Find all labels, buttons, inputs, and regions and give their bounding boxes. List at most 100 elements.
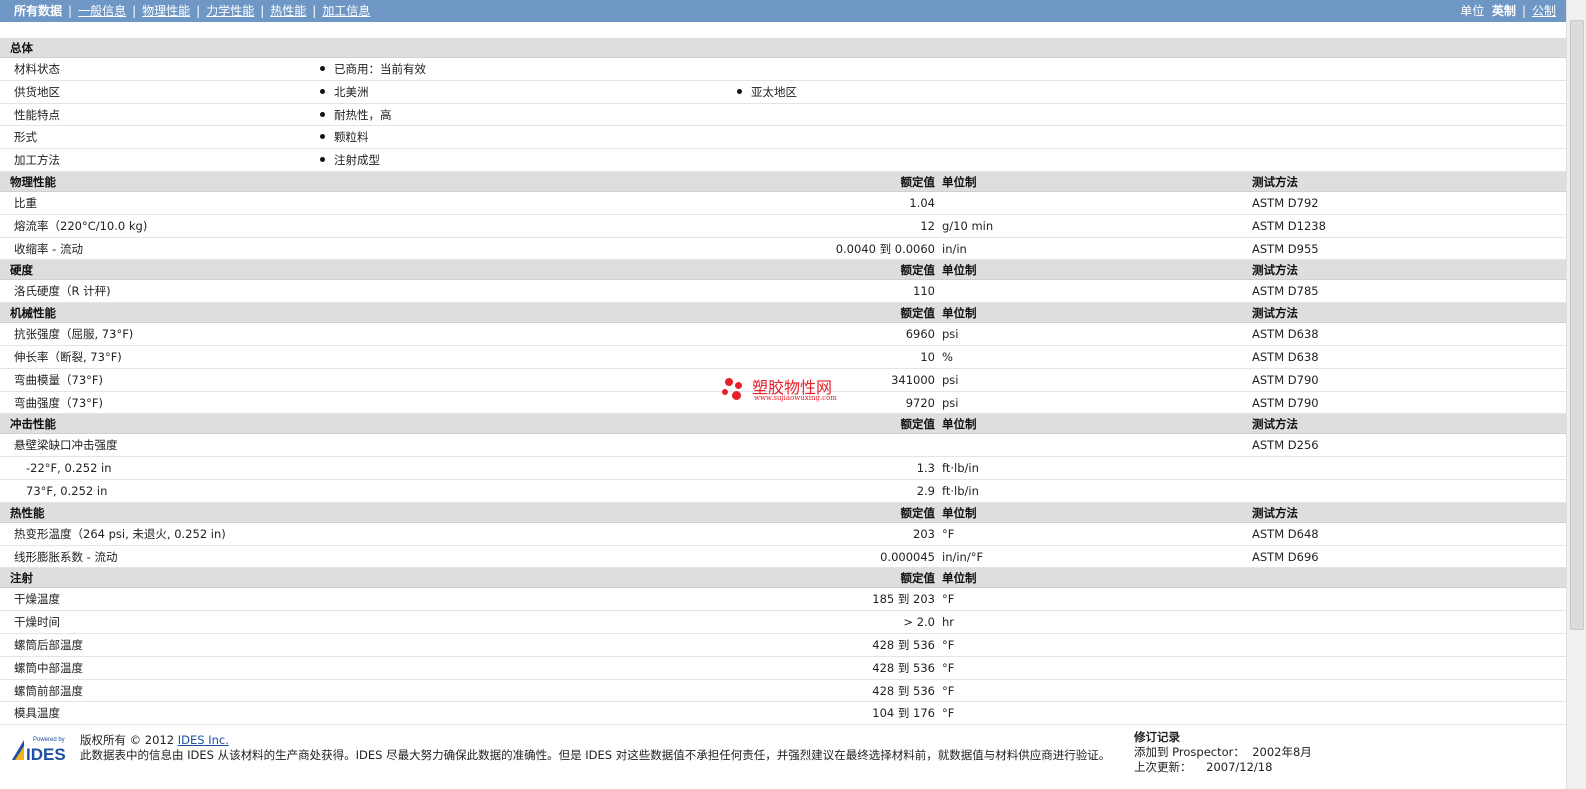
unit-header: 单位制 <box>942 417 977 432</box>
property-row: 干燥温度 185 到 203 °F <box>0 588 1566 612</box>
section-header-impact: 冲击性能 额定值 单位制 测试方法 <box>0 414 1566 435</box>
scrollbar-thumb[interactable] <box>1570 20 1584 630</box>
test-method: ASTM D790 <box>1252 395 1319 410</box>
property-row: 伸长率（断裂, 73°F) 10% ASTM D638 <box>0 346 1566 369</box>
revision-history: 修订记录 添加到 Prospector： 2002年8月 上次更新： 2007/… <box>1134 730 1312 775</box>
revision-title: 修订记录 <box>1134 730 1180 744</box>
footer: Powered by IDES 版权所有 © 2012 IDES Inc. 此数… <box>0 728 1566 789</box>
property-name: 供货地区 <box>14 84 60 99</box>
section-title: 物理性能 <box>10 174 56 189</box>
unit-metric-link[interactable]: 公制 <box>1532 4 1556 18</box>
bullet-icon <box>320 157 325 163</box>
property-name: 线形膨胀系数 - 流动 <box>14 549 118 564</box>
bullet-icon <box>320 88 325 94</box>
rated-value-header: 额定值 <box>900 263 936 278</box>
unit-english-option[interactable]: 英制 <box>1492 4 1516 18</box>
added-label: 添加到 Prospector： <box>1134 745 1245 759</box>
property-name: 螺筒后部温度 <box>14 637 83 652</box>
property-value: 185 到 203 <box>872 592 935 607</box>
bullet-value: 颗粒料 <box>320 126 369 148</box>
property-value: 104 到 176 <box>872 706 935 721</box>
section-header-injection: 注射 额定值 单位制 <box>0 568 1566 589</box>
nav-tabs: 所有数据 | 一般信息 | 物理性能 | 力学性能 | 热性能 | 加工信息 <box>14 0 370 22</box>
property-name: 螺筒前部温度 <box>14 683 83 698</box>
property-value: 6960 <box>905 327 935 342</box>
property-row: 抗张强度（屈服, 73°F) 6960 psi ASTM D638 <box>0 323 1566 346</box>
ides-logo: Powered by IDES <box>12 737 66 762</box>
bullet-value: 北美洲 <box>320 81 369 103</box>
section-title: 热性能 <box>10 505 45 520</box>
property-name: 模具温度 <box>14 706 60 721</box>
property-name: 熔流率（220°C/10.0 kg) <box>14 218 148 233</box>
test-method: ASTM D790 <box>1252 372 1319 387</box>
disclaimer-text: 此数据表中的信息由 IDES 从该材料的生产商处获得。IDES 尽最大努力确保此… <box>80 748 1111 762</box>
property-value: 428 到 536 <box>872 660 935 675</box>
property-row: 螺筒后部温度 428 到 536 °F <box>0 634 1566 657</box>
property-value: 10 <box>920 349 935 364</box>
property-unit: °F <box>942 526 955 541</box>
property-name: 材料状态 <box>14 62 60 76</box>
bullet-icon <box>737 88 742 94</box>
copyright-line: 版权所有 © 2012 IDES Inc. <box>80 732 229 748</box>
ides-link[interactable]: IDES Inc. <box>178 733 229 747</box>
property-unit: psi <box>942 327 959 342</box>
property-name: 73°F, 0.252 in <box>26 483 108 498</box>
logo-powered-by: Powered by <box>33 737 65 743</box>
property-name: 收缩率 - 流动 <box>14 241 83 256</box>
test-method: ASTM D256 <box>1252 438 1319 453</box>
tab-physical[interactable]: 物理性能 <box>142 4 190 18</box>
property-unit: psi <box>942 372 959 387</box>
property-unit: hr <box>942 615 955 630</box>
property-row: 形式 颗粒料 <box>0 126 1566 150</box>
property-unit: ft·lb/in <box>942 461 979 476</box>
bullet-icon <box>320 66 325 71</box>
tab-processing[interactable]: 加工信息 <box>322 4 370 18</box>
bullet-text: 已商用：当前有效 <box>334 62 426 76</box>
property-unit: psi <box>942 395 959 410</box>
property-unit: ft·lb/in <box>942 483 979 498</box>
property-name: 热变形温度（264 psi, 未退火, 0.252 in) <box>14 526 226 541</box>
property-name: 弯曲强度（73°F) <box>14 395 103 410</box>
section-header-thermal: 热性能 额定值 单位制 测试方法 <box>0 502 1566 523</box>
nav-separator: | <box>312 4 317 18</box>
test-method-header: 测试方法 <box>1252 505 1298 520</box>
property-unit: °F <box>942 683 955 698</box>
vertical-scrollbar[interactable] <box>1566 0 1586 789</box>
tab-thermal[interactable]: 热性能 <box>270 4 306 18</box>
test-method-header: 测试方法 <box>1252 306 1298 321</box>
property-name: 干燥时间 <box>14 615 60 630</box>
property-unit: in/in/°F <box>942 549 984 564</box>
added-value: 2002年8月 <box>1252 745 1312 759</box>
property-value: > 2.0 <box>903 615 935 630</box>
property-row: 性能特点 耐热性，高 <box>0 104 1566 127</box>
property-row: 热变形温度（264 psi, 未退火, 0.252 in) 203 °F ASTM D… <box>0 523 1566 546</box>
property-row: 比重 1.04 ASTM D792 <box>0 192 1566 215</box>
property-row: 材料状态 已商用：当前有效 <box>0 58 1566 81</box>
property-name: 弯曲模量（73°F) <box>14 372 103 387</box>
property-value: 9720 <box>905 395 935 410</box>
test-method: ASTM D1238 <box>1252 218 1326 233</box>
rated-value-header: 额定值 <box>900 571 936 586</box>
property-row: 洛氏硬度（R 计秤) 110 ASTM D785 <box>0 280 1566 304</box>
tab-mechanical[interactable]: 力学性能 <box>206 4 254 18</box>
property-value: 0.000045 <box>880 549 935 564</box>
bullet-value: 已商用：当前有效 <box>320 58 426 80</box>
rated-value-header: 额定值 <box>900 505 936 520</box>
nav-separator: | <box>68 4 73 18</box>
property-unit: °F <box>942 637 955 652</box>
tab-all-data[interactable]: 所有数据 <box>14 4 62 18</box>
property-value: 428 到 536 <box>872 683 935 698</box>
property-unit: °F <box>942 660 955 675</box>
unit-header: 单位制 <box>942 174 977 189</box>
test-method: ASTM D785 <box>1252 284 1319 299</box>
bullet-value: 耐热性，高 <box>320 104 392 126</box>
nav-separator: | <box>1521 4 1526 18</box>
property-name: 伸长率（断裂, 73°F) <box>14 349 122 364</box>
tab-general-info[interactable]: 一般信息 <box>78 4 126 18</box>
property-name: -22°F, 0.252 in <box>26 461 112 476</box>
watermark-url-text: www.sujiaowuxing.com <box>754 394 837 402</box>
test-method-header: 测试方法 <box>1252 263 1298 278</box>
property-name: 悬壁梁缺口冲击强度 <box>14 438 118 453</box>
unit-header: 单位制 <box>942 505 977 520</box>
property-row: 干燥时间 > 2.0 hr <box>0 611 1566 634</box>
